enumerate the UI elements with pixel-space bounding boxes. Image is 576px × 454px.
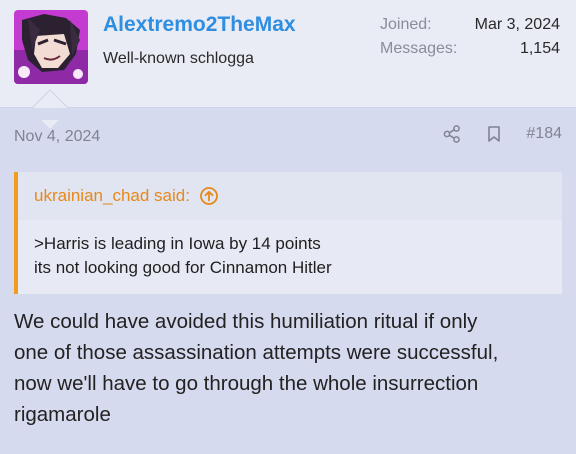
- message-line: We could have avoided this humiliation r…: [14, 310, 478, 333]
- user-stats: Joined: Mar 3, 2024 Messages: 1,154: [380, 16, 560, 64]
- messages-value: 1,154: [519, 40, 560, 57]
- quote-author-link[interactable]: ukrainian_chad said:: [34, 186, 190, 206]
- arrow-up-circle-icon[interactable]: [199, 186, 219, 206]
- message-line: rigamarole: [14, 403, 111, 426]
- avatar[interactable]: [14, 10, 88, 84]
- messages-label: Messages:: [380, 40, 458, 57]
- post-actions: #184: [442, 124, 562, 144]
- post-date[interactable]: Nov 4, 2024: [14, 128, 100, 146]
- username-link[interactable]: Alextremo2TheMax: [103, 13, 296, 37]
- quote-body: >Harris is leading in Iowa by 14 points …: [18, 220, 562, 280]
- quote-line: its not looking good for Cinnamon Hitler: [34, 258, 332, 277]
- post-number-link[interactable]: #184: [526, 125, 562, 143]
- user-title: Well-known schlogga: [103, 50, 254, 67]
- bookmark-icon[interactable]: [484, 124, 504, 144]
- user-header: Alextremo2TheMax Well-known schlogga Joi…: [0, 0, 576, 108]
- quote-block: ukrainian_chad said: >Harris is leading …: [14, 172, 562, 294]
- message-line: one of those assassination attempts were…: [14, 341, 499, 364]
- quote-header: ukrainian_chad said:: [18, 172, 562, 220]
- joined-value: Mar 3, 2024: [474, 16, 560, 33]
- post-message: We could have avoided this humiliation r…: [14, 306, 564, 430]
- stat-joined: Joined: Mar 3, 2024: [380, 16, 560, 40]
- message-line: now we'll have to go through the whole i…: [14, 372, 479, 395]
- joined-label: Joined:: [380, 16, 432, 33]
- quote-line: >Harris is leading in Iowa by 14 points: [34, 234, 321, 253]
- stat-messages: Messages: 1,154: [380, 40, 560, 64]
- share-icon[interactable]: [442, 124, 462, 144]
